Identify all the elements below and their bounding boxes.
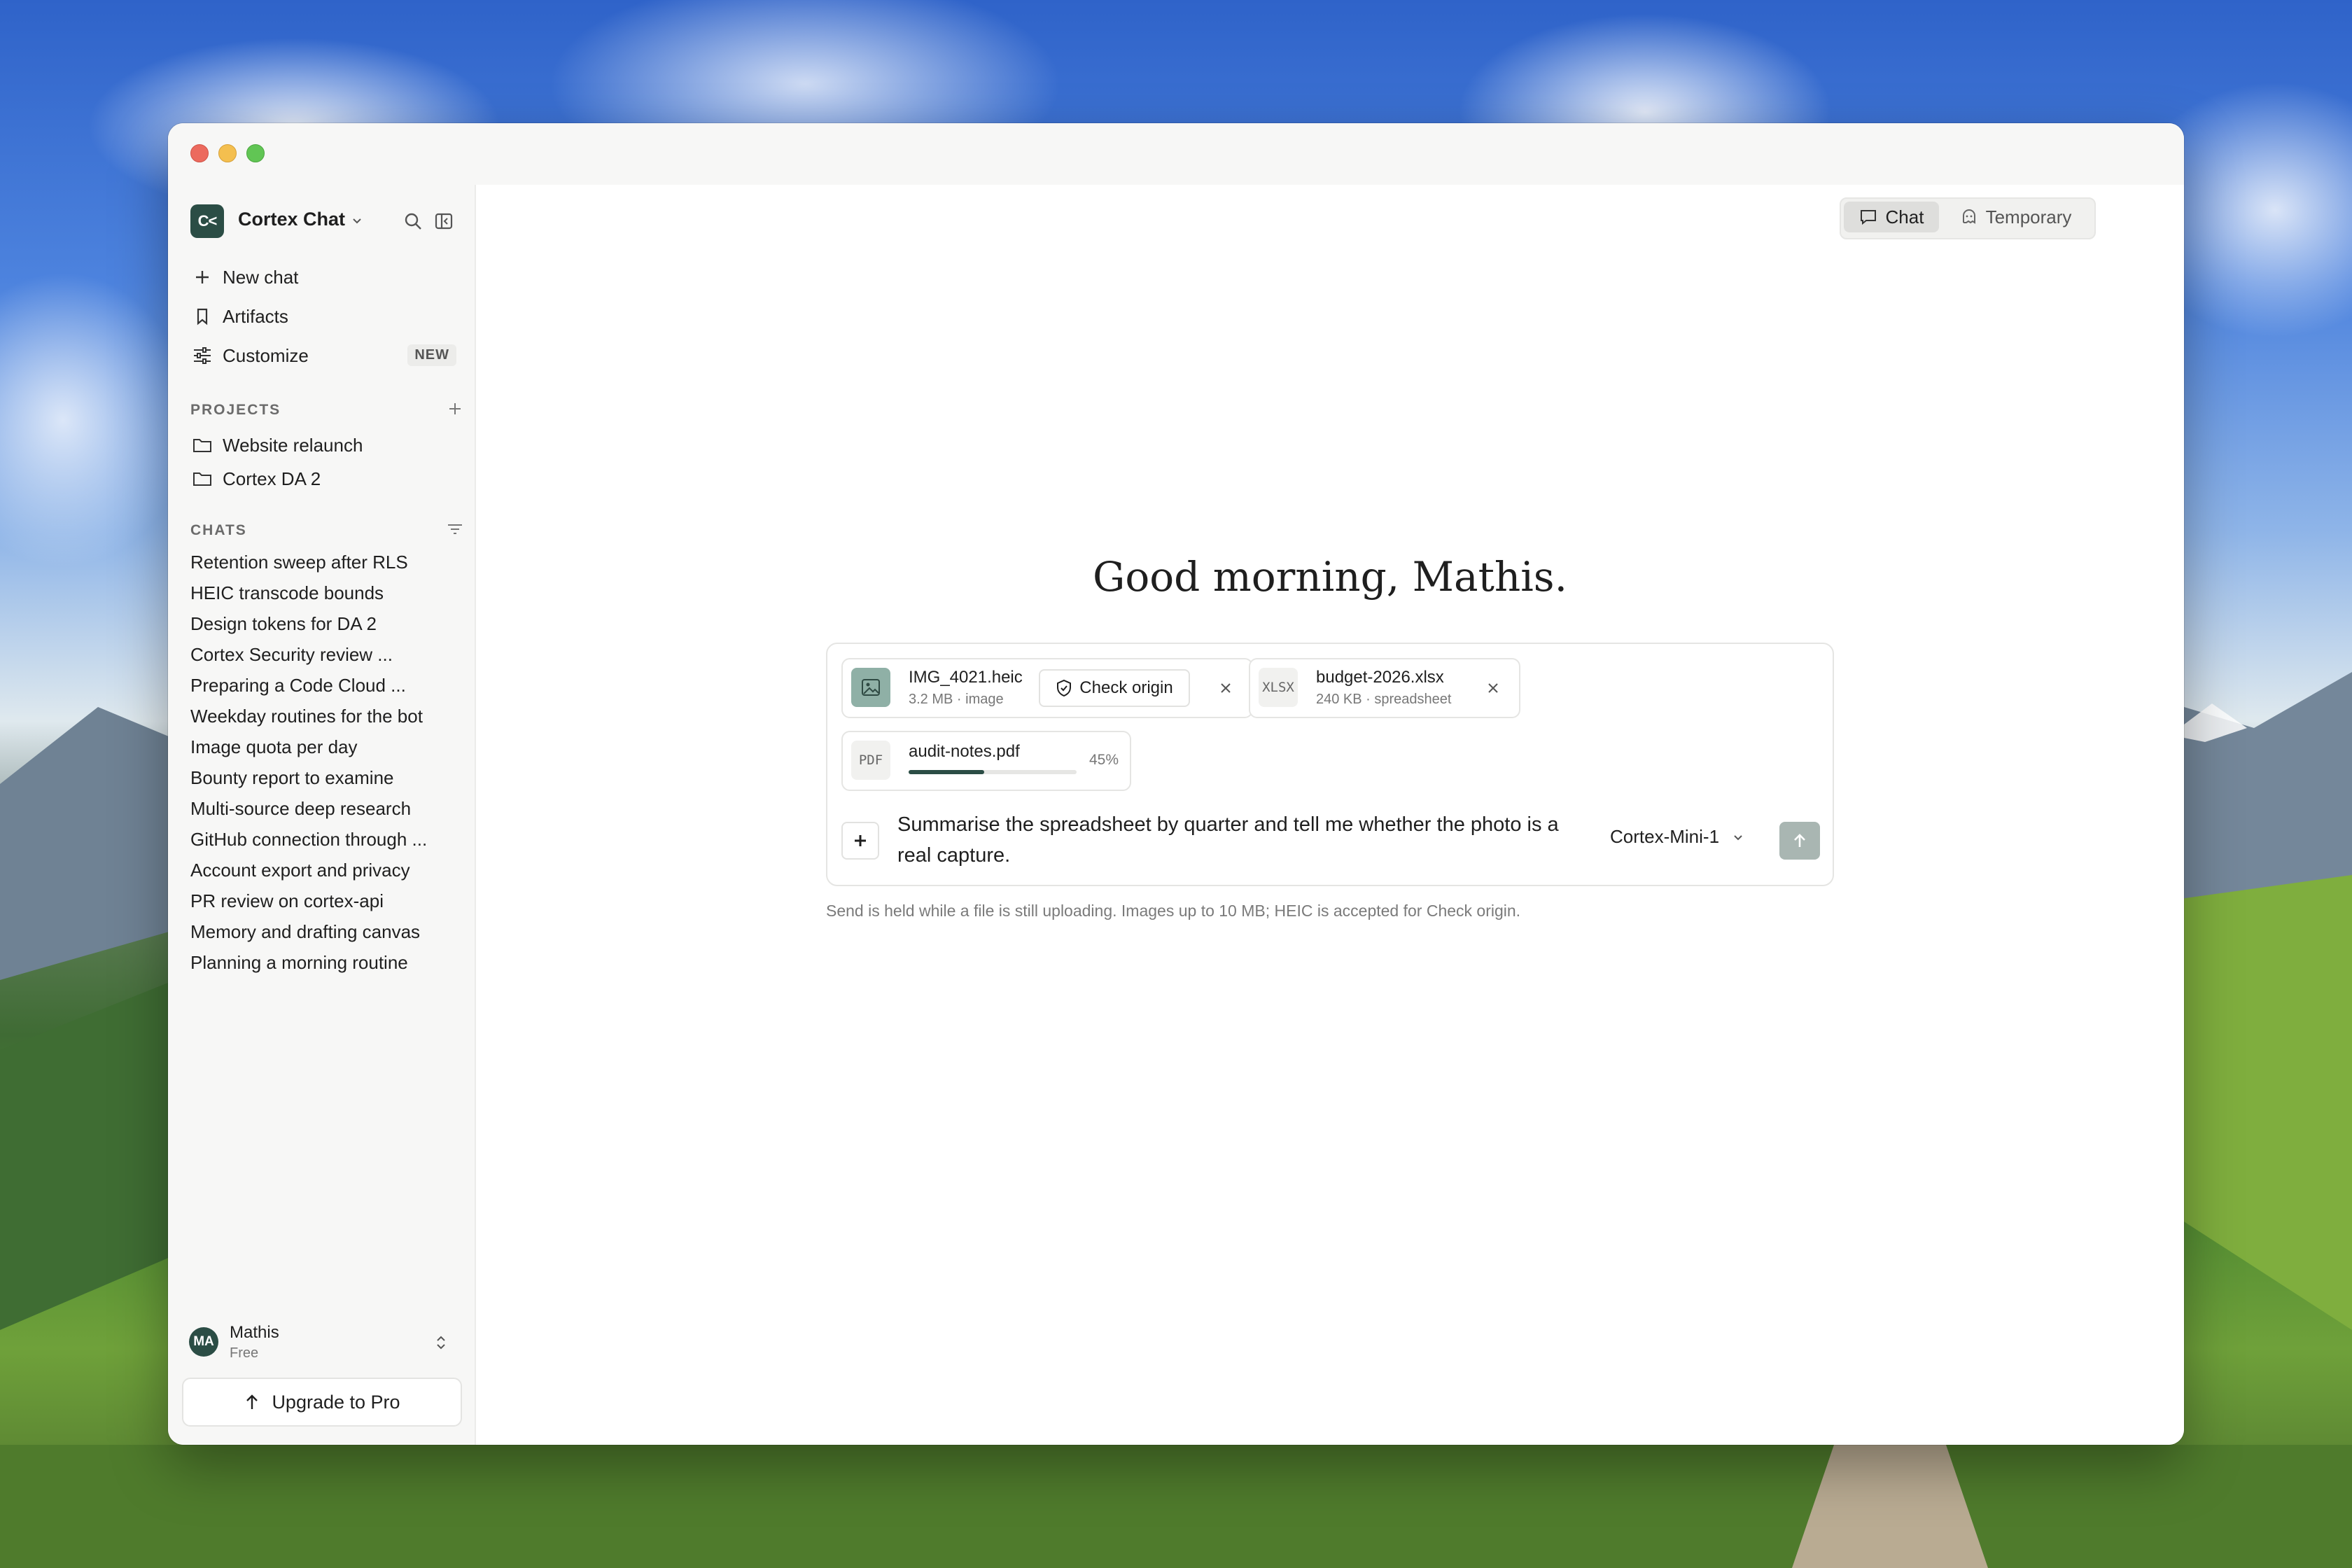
zoom-window-button[interactable] [246,144,265,162]
chat-item[interactable]: Weekday routines for the bot [190,706,423,727]
mode-chat-button[interactable]: Chat [1844,202,1939,232]
project-item[interactable]: Cortex DA 2 [190,462,456,496]
model-label: Cortex-Mini-1 [1610,826,1720,847]
composer-hint: Send is held while a file is still uploa… [826,902,1521,920]
attachment-name: budget-2026.xlsx [1316,668,1444,687]
title-bar [168,123,2184,185]
chat-item[interactable]: Retention sweep after RLS [190,552,408,573]
nav-label: Customize [223,344,309,366]
mode-chat-label: Chat [1885,206,1924,227]
chat-item[interactable]: Account export and privacy [190,860,410,881]
filter-chats-button[interactable] [442,517,468,542]
file-type-label: PDF [858,752,883,768]
attachment-spreadsheet: XLSX budget-2026.xlsx 240 KB · spreadshe… [1249,658,1520,718]
chat-mode-toggle: Chat Temporary [1840,197,2096,239]
project-item[interactable]: Website relaunch [190,428,456,462]
check-origin-button[interactable]: Check origin [1039,669,1190,707]
file-type-thumbnail: PDF [851,741,890,780]
prompt-input[interactable]: Summarise the spreadsheet by quarter and… [897,809,1597,871]
app-switcher-chevron[interactable] [343,207,371,235]
check-origin-label: Check origin [1079,678,1173,697]
chat-item[interactable]: Memory and drafting canvas [190,921,420,943]
close-icon [1488,683,1498,693]
plus-icon [190,265,214,289]
chat-item[interactable]: Design tokens for DA 2 [190,613,377,635]
attachment-name: audit-notes.pdf [909,742,1020,761]
chat-item[interactable]: Cortex Security review ... [190,644,393,666]
folder-icon [190,433,214,457]
close-icon [1221,683,1231,693]
chat-item[interactable]: Planning a morning routine [190,952,408,974]
artifacts-button[interactable]: Artifacts [190,300,456,333]
bookmark-icon [190,304,214,328]
composer: IMG_4021.heic 3.2 MB · image Check origi… [826,643,1834,886]
plus-icon [449,403,461,414]
remove-attachment-button[interactable] [1214,676,1238,700]
file-type-label: XLSX [1262,680,1294,695]
customize-button[interactable]: Customize NEW [190,339,456,372]
project-label: Website relaunch [223,434,363,456]
mode-temporary-button[interactable]: Temporary [1946,202,2086,232]
upgrade-label: Upgrade to Pro [272,1391,400,1413]
add-attachment-button[interactable] [841,822,879,860]
user-menu-button[interactable] [427,1329,455,1357]
greeting-heading: Good morning, Mathis. [1092,553,1568,601]
model-selector[interactable]: Cortex-Mini-1 [1610,826,1745,848]
minimize-window-button[interactable] [218,144,237,162]
attachment-pdf: PDF audit-notes.pdf 45% [841,731,1131,791]
nav-label: Artifacts [223,305,288,327]
chevron-down-icon [353,218,361,224]
close-window-button[interactable] [190,144,209,162]
remove-attachment-button[interactable] [1481,676,1505,700]
collapse-sidebar-button[interactable] [430,207,458,235]
chat-item[interactable]: Multi-source deep research [190,798,411,820]
chevron-up-down-icon [437,1336,445,1350]
chat-item[interactable]: Preparing a Code Cloud ... [190,675,406,696]
shield-check-icon [1057,679,1072,697]
avatar[interactable]: MA [189,1327,218,1357]
image-thumbnail [851,668,890,707]
attachment-meta: 240 KB · spreadsheet [1316,692,1452,707]
file-type-thumbnail: XLSX [1259,668,1298,707]
upload-progress-bar [909,770,1077,774]
app-switcher[interactable]: Cortex Chat [238,209,345,230]
send-button[interactable] [1779,822,1820,860]
chat-item[interactable]: GitHub connection through ... [190,829,427,850]
filter-icon [448,524,462,534]
ghost-icon [1962,209,1975,224]
mode-temporary-label: Temporary [1985,206,2072,227]
attachment-image: IMG_4021.heic 3.2 MB · image Check origi… [841,658,1253,718]
sliders-icon [190,344,214,368]
sidebar-toggle-icon [435,213,453,230]
folder-icon [190,467,214,491]
search-button[interactable] [399,207,427,235]
new-badge: NEW [407,344,456,366]
chat-item[interactable]: PR review on cortex-api [190,890,384,912]
projects-section-title: PROJECTS [190,402,281,418]
arrow-up-icon [1794,834,1805,847]
new-chat-button[interactable]: New chat [190,260,456,294]
chat-item[interactable]: Bounty report to examine [190,767,394,789]
arrow-up-icon [246,1394,258,1409]
plus-icon [855,835,866,846]
upload-progress-text: 45% [1089,752,1119,768]
user-name[interactable]: Mathis [230,1323,279,1343]
add-project-button[interactable] [442,396,468,421]
chat-bubble-icon [1860,210,1876,225]
attachment-name: IMG_4021.heic [909,668,1023,687]
chat-item[interactable]: Image quota per day [190,736,358,758]
user-plan: Free [230,1345,259,1361]
search-icon [405,213,421,230]
attachment-meta: 3.2 MB · image [909,692,1004,707]
app-logo: C< [190,204,224,238]
chats-section-title: CHATS [190,522,247,538]
project-label: Cortex DA 2 [223,468,321,489]
upgrade-button[interactable]: Upgrade to Pro [182,1378,462,1427]
chevron-down-icon [1734,835,1742,841]
upload-progress-fill [909,770,984,774]
app-window: C< Cortex Chat New chat Artifacts Custom… [168,123,2184,1445]
image-icon [862,679,880,696]
chat-item[interactable]: HEIC transcode bounds [190,582,384,604]
nav-label: New chat [223,266,299,288]
